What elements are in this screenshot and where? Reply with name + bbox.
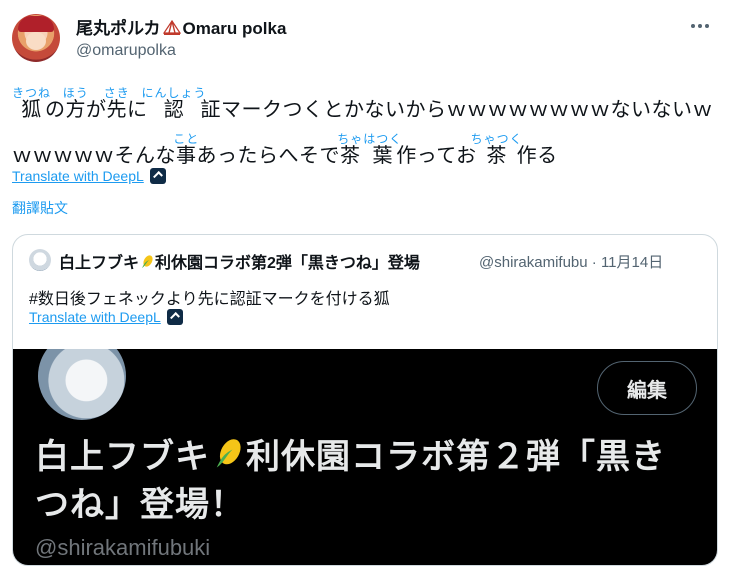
author-avatar[interactable] <box>12 14 60 62</box>
translate-tweet-link[interactable]: 翻譯貼文 <box>12 198 68 218</box>
ruby-reading: にんしょう <box>141 86 207 100</box>
text-segment: 証マークつくとかないからｗｗｗｗｗｗｗｗないないｗ <box>200 99 713 121</box>
media-profile-avatar <box>35 349 129 423</box>
ruby-word: 方ほう <box>62 86 89 121</box>
ruby-reading: はつく <box>363 132 403 146</box>
ruby-word: 葉はつく <box>363 132 403 167</box>
author-name[interactable]: 尾丸ポルカ Omaru polka <box>76 14 286 39</box>
author-name-prefix: 尾丸ポルカ <box>76 19 161 38</box>
ruby-word: 茶ちゃ <box>337 132 364 167</box>
quoted-author-avatar[interactable] <box>29 249 51 271</box>
corn-icon <box>139 254 155 270</box>
translate-deepl-link[interactable]: Translate with DeepL <box>12 168 166 184</box>
avatar-hat <box>18 16 54 32</box>
quoted-handle[interactable]: @shirakamifubu <box>479 254 588 271</box>
translate-deepl-label: Translate with DeepL <box>12 168 144 184</box>
ruby-word: 事こと <box>173 132 200 167</box>
corn-icon <box>210 436 246 472</box>
more-dots-icon <box>691 24 695 28</box>
ruby-reading: きつね <box>12 86 52 100</box>
author-handle[interactable]: @omarupolka <box>76 42 176 60</box>
more-options-button[interactable] <box>686 14 714 38</box>
media-title: 白上フブキ 利休園コラボ第２弾「黒きつね」登場！ <box>35 433 695 529</box>
deepl-icon <box>149 168 166 184</box>
text-segment: 作る <box>516 145 558 167</box>
media-handle: @shirakamifubuki <box>35 535 211 560</box>
media-edit-button: 編集 <box>597 361 697 415</box>
quoted-translate-deepl-link[interactable]: Translate with DeepL <box>29 309 183 325</box>
text-segment: ｗｗｗｗｗそんな <box>12 145 176 167</box>
ruby-reading: ちゃ <box>337 132 364 146</box>
ruby-word: 認にんしょう <box>141 86 207 121</box>
quoted-date[interactable]: · 11月14日 <box>592 254 663 271</box>
ruby-reading: ほう <box>62 86 89 100</box>
circus-tent-icon <box>162 19 181 36</box>
ruby-word: 茶ちゃつく <box>470 132 523 167</box>
quoted-media-image[interactable]: 編集 白上フブキ 利休園コラボ第２弾「黒きつね」登場！ @shirakamifub… <box>13 349 717 565</box>
ruby-word: 狐きつね <box>12 86 52 121</box>
ruby-word: 先さき <box>103 86 130 121</box>
deepl-icon <box>166 309 183 325</box>
quoted-meta: @shirakamifubu · 11月14日 <box>479 251 663 272</box>
media-title-prefix: 白上フブキ <box>35 438 210 476</box>
quoted-name-suffix: 利休園コラボ第2弾「黒きつね」登場 <box>155 255 420 272</box>
quoted-translate-deepl-label: Translate with DeepL <box>29 309 161 325</box>
tweet-text: 狐きつねの方ほうが先さきに認にんしょう証マークつくとかないからｗｗｗｗｗｗｗｗな… <box>12 86 717 178</box>
quoted-author-name[interactable]: 白上フブキ 利休園コラボ第2弾「黒きつね」登場 <box>59 249 479 273</box>
avatar-face <box>26 32 46 50</box>
author-name-suffix: Omaru polka <box>182 19 287 38</box>
text-segment: 作ってお <box>396 145 477 167</box>
ruby-reading: ちゃつく <box>470 132 523 146</box>
ruby-reading: こと <box>173 132 200 146</box>
quoted-name-prefix: 白上フブキ <box>59 255 140 272</box>
quoted-tweet-card[interactable]: 白上フブキ 利休園コラボ第2弾「黒きつね」登場 @shirakamifubu · … <box>12 234 718 566</box>
tweet-line-1: 狐きつねの方ほうが先さきに認にんしょう証マークつくとかないからｗｗｗｗｗｗｗｗな… <box>12 86 717 132</box>
ruby-reading: さき <box>103 86 130 100</box>
quoted-text: #数日後フェネックより先に認証マークを付ける狐 <box>29 291 390 308</box>
text-segment: あったらへそで <box>196 145 340 167</box>
